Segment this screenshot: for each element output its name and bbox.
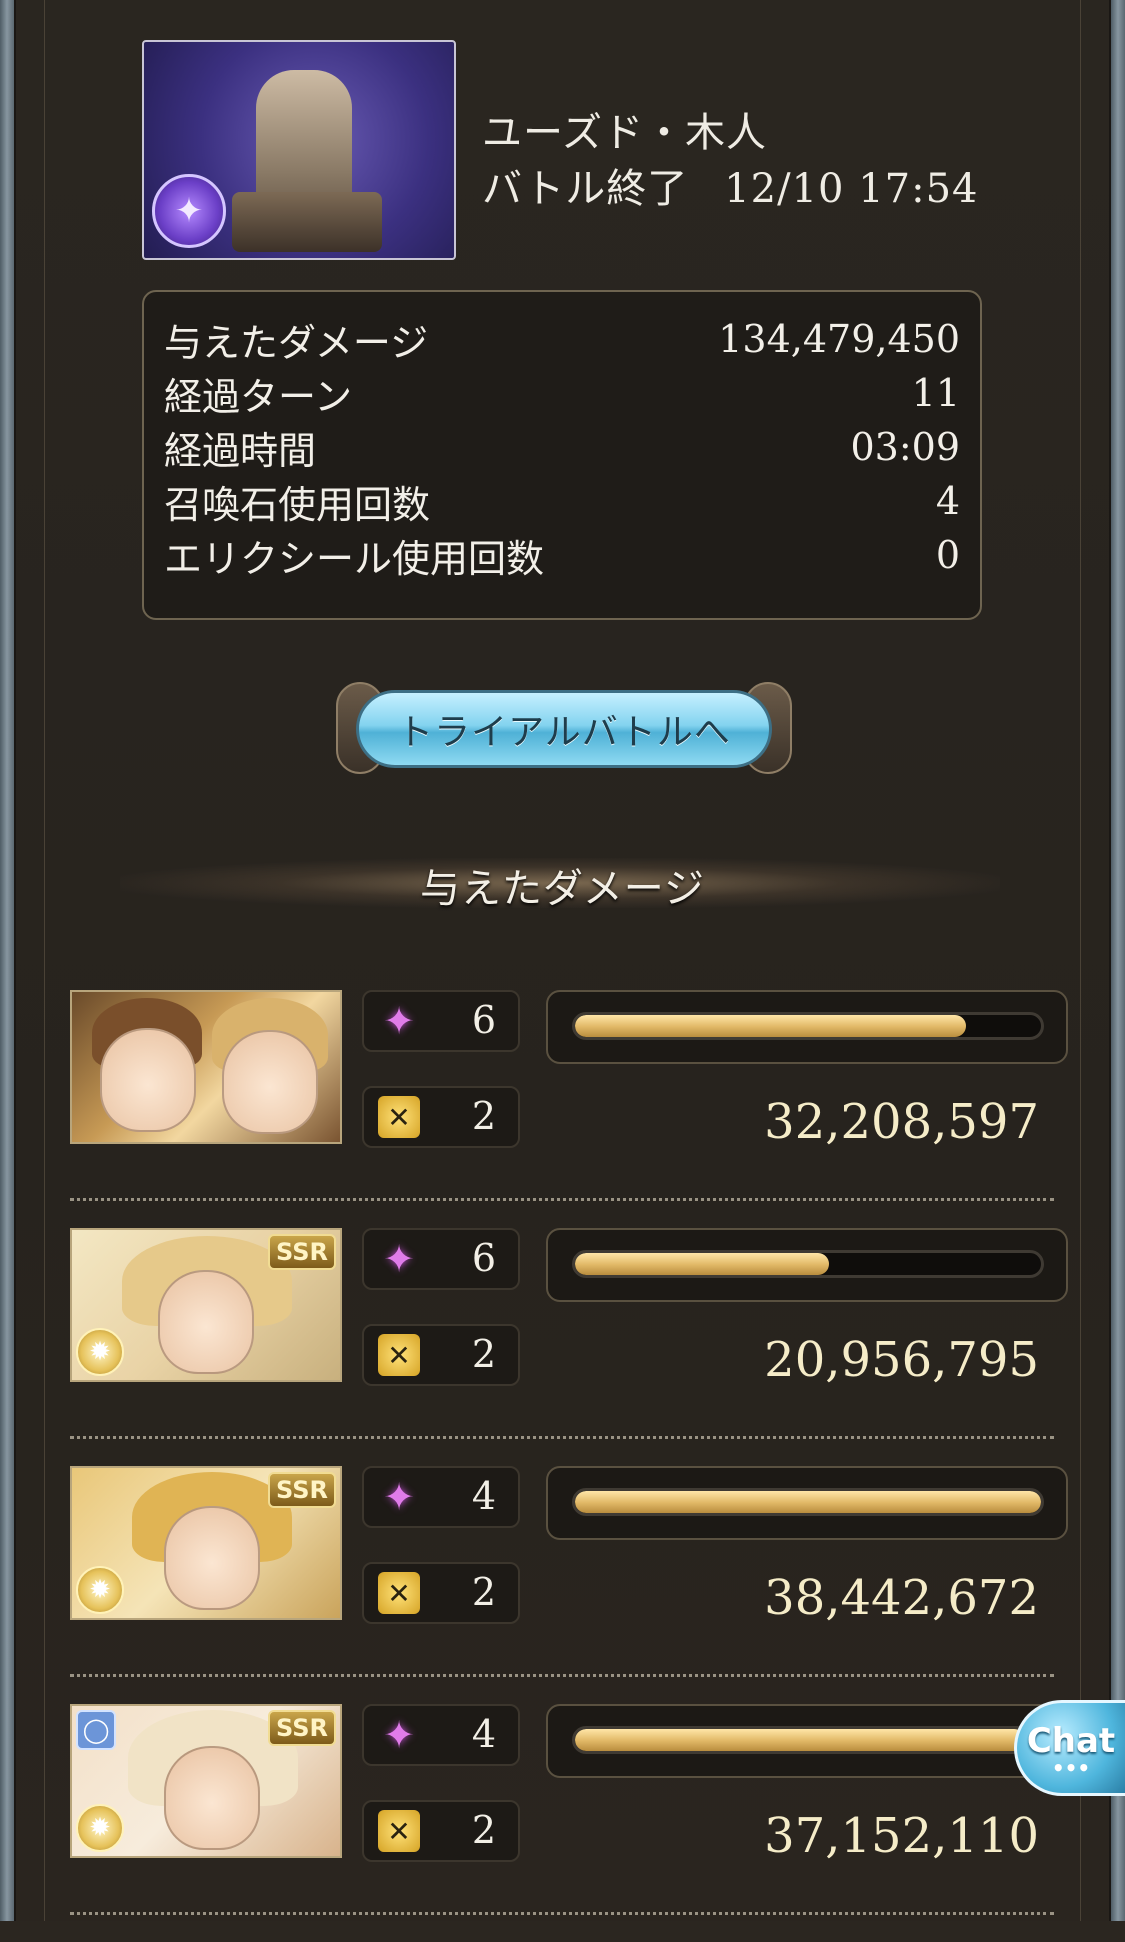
chain-count: 2	[471, 1094, 496, 1138]
skill-count: 4	[471, 1712, 496, 1756]
row-divider	[70, 1912, 1054, 1915]
light-element-icon: ✹	[76, 1566, 124, 1614]
chain-burst-icon: ✕	[378, 1096, 420, 1138]
stat-label: 与えたダメージ	[164, 320, 429, 365]
stat-value: 134,479,450	[718, 317, 960, 361]
character-row: SSR ✹ ✦ 4 ✕ 2 38,442,672	[0, 1466, 1125, 1704]
trial-battle-label: トライアルバトルへ	[356, 690, 772, 768]
sparkle-star-icon: ✦	[383, 1713, 415, 1757]
rarity-badge: SSR	[268, 1710, 336, 1746]
damage-value: 32,208,597	[764, 1094, 1039, 1150]
stat-value: 4	[935, 479, 960, 523]
damage-bar-fill	[575, 1491, 1041, 1513]
face-shape	[100, 1028, 196, 1132]
sparkle-star-icon: ✦	[383, 999, 415, 1043]
boss-name: ユーズド・木人	[482, 110, 767, 156]
skill-count: 6	[471, 1236, 496, 1280]
skill-count: 4	[471, 1474, 496, 1518]
character-portrait[interactable]: SSR ◯ ✹	[70, 1704, 342, 1858]
damage-value: 38,442,672	[764, 1570, 1039, 1626]
battle-end-line: バトル終了 12/10 17:54	[482, 156, 978, 214]
face-shape	[222, 1030, 318, 1134]
character-row: ✦ 6 ✕ 2 32,208,597	[0, 990, 1125, 1228]
dark-element-icon: ✦	[152, 174, 226, 248]
chain-count: 2	[471, 1332, 496, 1376]
skill-count: 6	[471, 998, 496, 1042]
light-element-icon: ✹	[76, 1804, 124, 1852]
sparkle-star-icon: ✦	[383, 1475, 415, 1519]
section-title: 与えたダメージ	[420, 866, 705, 912]
skill-count-box: ✦ 4	[362, 1704, 520, 1766]
chain-burst-icon: ✕	[378, 1810, 420, 1852]
boss-portrait: ✦	[142, 40, 456, 260]
chain-count-box: ✕ 2	[362, 1800, 520, 1862]
character-portrait-duo[interactable]	[70, 990, 342, 1144]
chain-burst-icon: ✕	[378, 1572, 420, 1614]
chat-label: Chat	[1026, 1721, 1116, 1761]
face-shape	[158, 1270, 254, 1374]
battle-timestamp: 12/10 17:54	[724, 166, 979, 212]
chain-count-box: ✕ 2	[362, 1562, 520, 1624]
stat-label: 経過ターン	[164, 374, 353, 419]
skill-count-box: ✦ 6	[362, 990, 520, 1052]
damage-value: 37,152,110	[764, 1808, 1039, 1864]
rarity-badge: SSR	[268, 1234, 336, 1270]
damage-bar-track	[572, 1012, 1044, 1040]
damage-bar-fill	[575, 1253, 829, 1275]
stat-row-time: 経過時間 03:09	[164, 420, 960, 474]
sparkle-star-icon: ✦	[383, 1237, 415, 1281]
row-divider	[70, 1674, 1054, 1677]
damage-bar-frame	[546, 1466, 1068, 1540]
skill-count-box: ✦ 6	[362, 1228, 520, 1290]
damage-bar-track	[572, 1726, 1044, 1754]
chat-button[interactable]: Chat •••	[1014, 1700, 1125, 1796]
stat-value: 03:09	[850, 425, 960, 469]
stat-label: 経過時間	[164, 428, 317, 473]
chain-count: 2	[471, 1808, 496, 1852]
battle-stats-box: 与えたダメージ 134,479,450 経過ターン 11 経過時間 03:09 …	[142, 290, 982, 620]
stat-label: 召喚石使用回数	[164, 482, 431, 527]
chain-count: 2	[471, 1570, 496, 1614]
row-divider	[70, 1198, 1054, 1201]
chain-burst-icon: ✕	[378, 1334, 420, 1376]
stat-row-summons: 召喚石使用回数 4	[164, 474, 960, 528]
light-element-icon: ✹	[76, 1328, 124, 1376]
stat-row-turns: 経過ターン 11	[164, 366, 960, 420]
damage-bar-frame	[546, 1704, 1068, 1778]
battle-status: バトル終了	[482, 166, 689, 212]
boss-base	[232, 192, 382, 252]
rarity-badge: SSR	[268, 1472, 336, 1508]
character-row: SSR ◯ ✹ ✦ 4 ✕ 2 37,152,110	[0, 1704, 1125, 1942]
stat-value: 11	[911, 371, 960, 415]
damage-value: 20,956,795	[764, 1332, 1039, 1388]
character-row: SSR ✹ ✦ 6 ✕ 2 20,956,795	[0, 1228, 1125, 1466]
character-portrait[interactable]: SSR ✹	[70, 1228, 342, 1382]
row-divider	[70, 1436, 1054, 1439]
face-shape	[164, 1746, 260, 1850]
stat-value: 0	[935, 533, 960, 577]
damage-bar-frame	[546, 1228, 1068, 1302]
damage-bar-fill	[575, 1729, 1026, 1751]
damage-bar-track	[572, 1488, 1044, 1516]
chain-count-box: ✕ 2	[362, 1086, 520, 1148]
stat-row-damage: 与えたダメージ 134,479,450	[164, 312, 960, 366]
damage-bar-track	[572, 1250, 1044, 1278]
chat-dots-icon: •••	[1051, 1756, 1091, 1780]
character-portrait[interactable]: SSR ✹	[70, 1466, 342, 1620]
face-shape	[164, 1506, 260, 1610]
stat-row-elixirs: エリクシール使用回数 0	[164, 528, 960, 582]
chain-count-box: ✕ 2	[362, 1324, 520, 1386]
ring-icon: ◯	[76, 1710, 116, 1750]
trial-battle-button[interactable]: トライアルバトルへ	[336, 676, 792, 784]
damage-bar-fill	[575, 1015, 966, 1037]
damage-bar-frame	[546, 990, 1068, 1064]
skill-count-box: ✦ 4	[362, 1466, 520, 1528]
stat-label: エリクシール使用回数	[164, 536, 545, 581]
